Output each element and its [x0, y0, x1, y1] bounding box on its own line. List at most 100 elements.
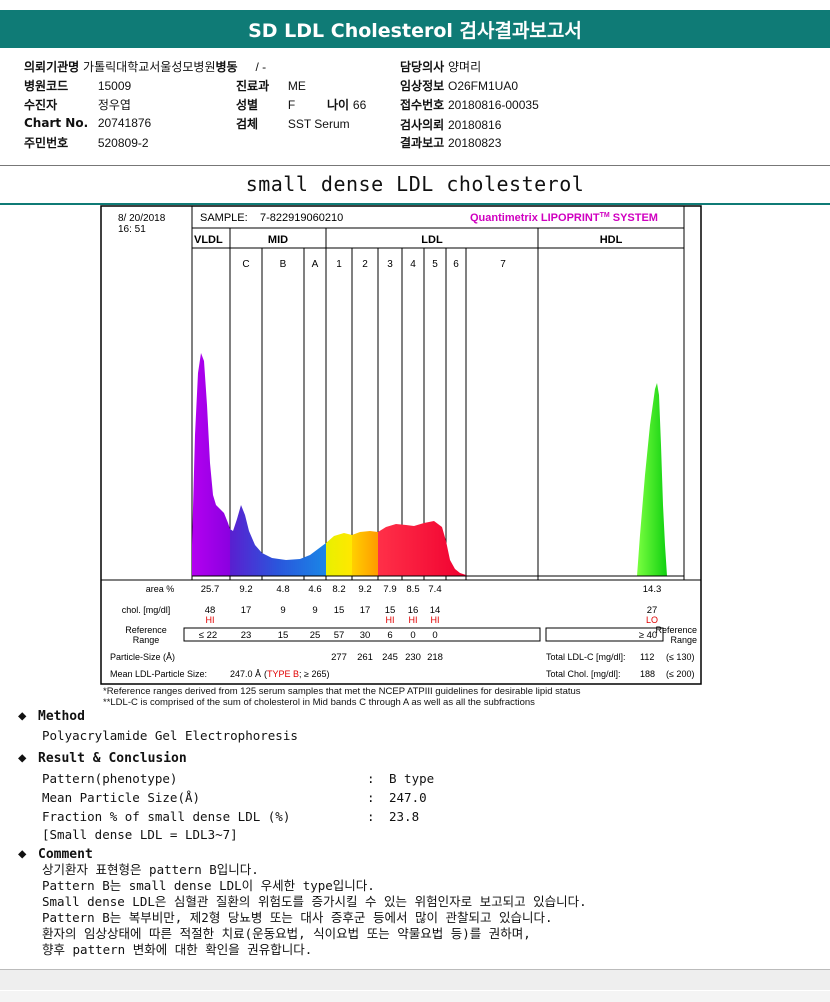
- age-value: 66: [352, 98, 367, 112]
- area-vldl: 25.7: [201, 584, 220, 595]
- method-title: Method: [38, 709, 85, 724]
- report-title: SD LDL Cholesterol 검사결과보고서: [248, 19, 582, 42]
- receipt-no-value: 20180816-00035: [448, 98, 539, 112]
- comment-line: Pattern B는 복부비만, 제2형 당뇨병 또는 대사 증후군 등에서 많…: [42, 910, 553, 925]
- flag-ldl3: HI: [386, 615, 395, 625]
- ward-label: 병동: [215, 60, 238, 74]
- requesting-institution-value: 가톨릭대학교서울성모병원: [83, 60, 216, 74]
- footer-bar: [0, 969, 830, 990]
- mean-size-row: Mean Particle Size(Å):247.0: [42, 790, 427, 805]
- area-c: 9.2: [239, 584, 252, 595]
- report-date-value: 20180823: [448, 136, 502, 150]
- flag-ldl4: HI: [409, 615, 418, 625]
- receipt-no: 접수번호 20180816-00035: [400, 96, 539, 113]
- row-label-ref2: Range: [133, 635, 160, 645]
- patient: 수진자 정우엽: [24, 96, 131, 113]
- size-ldl2: 261: [357, 652, 373, 663]
- comment-heading: ◆ Comment: [18, 846, 93, 862]
- chart-no: Chart No. 20741876: [24, 116, 151, 130]
- size-ldl5: 218: [427, 652, 443, 663]
- flag-hdl: LO: [646, 615, 658, 625]
- row-label-ref-right1: Reference: [655, 625, 697, 635]
- size-ldl3: 245: [382, 652, 398, 663]
- comment-line: 환자의 임상상태에 따른 적절한 치료(운동요법, 식이요법 또는 약물요법 등…: [42, 926, 531, 941]
- colon: :: [367, 771, 375, 786]
- total-chol-value: 188: [640, 669, 655, 679]
- lipoprint-report: 8/ 20/2018 16: 51 SAMPLE: 7-822919060210…: [100, 205, 702, 685]
- chol-ldl1: 15: [334, 605, 345, 616]
- band-label-b: B: [280, 259, 287, 270]
- area-hdl: 14.3: [643, 584, 662, 595]
- total-chol-ref: (≤ 200): [666, 669, 694, 679]
- row-label-chol: chol. [mg/dl]: [122, 605, 171, 615]
- band-label-3: 3: [387, 259, 393, 270]
- specimen-value: SST Serum: [287, 117, 350, 131]
- lipoprint-figure: 8/ 20/2018 16: 51 SAMPLE: 7-822919060210…: [100, 205, 702, 685]
- patient-info: 의뢰기관명 가톨릭대학교서울성모병원병동 / - 담당의사 양며리 병원코드 1…: [0, 52, 830, 164]
- requesting-institution-label: 의뢰기관명: [24, 60, 80, 74]
- row-label-area: area %: [146, 584, 175, 594]
- ref-ldl5: 0: [432, 630, 437, 641]
- comment-line: Small dense LDL은 심혈관 질환의 위험도를 증가시킬 수 있는 …: [42, 894, 587, 909]
- request-date: 검사의뢰 20180816: [400, 116, 501, 133]
- size-ldl4: 230: [405, 652, 421, 663]
- ref-ldl4: 0: [410, 630, 415, 641]
- ref-hdl: ≥ 40: [639, 630, 657, 641]
- result-heading: ◆ Result & Conclusion: [18, 750, 187, 766]
- divider: [0, 165, 830, 166]
- band-label-6: 6: [453, 259, 459, 270]
- brand-name: Quantimetrix LIPOPRINTTM SYSTEM: [470, 212, 658, 224]
- doctor-label: 담당의사: [400, 60, 445, 74]
- report-header: SD LDL Cholesterol 검사결과보고서: [0, 10, 830, 48]
- row-label-ref1: Reference: [125, 625, 167, 635]
- sample-label: SAMPLE:: [200, 212, 248, 224]
- specimen-label: 검체: [236, 117, 259, 131]
- method-text: Polyacrylamide Gel Electrophoresis: [42, 728, 298, 743]
- size-ldl1: 277: [331, 652, 347, 663]
- department-value: ME: [287, 79, 306, 93]
- specimen: 검체 SST Serum: [236, 115, 350, 132]
- total-ldl-label: Total LDL-C [mg/dl]:: [546, 652, 626, 662]
- fraction-label: Fraction % of small dense LDL (%): [42, 809, 291, 824]
- band-label-c: C: [242, 259, 249, 270]
- resident-id-label: 주민번호: [24, 136, 69, 150]
- flag-vldl: HI: [206, 615, 215, 625]
- footnotes: *Reference ranges derived from 125 serum…: [103, 686, 581, 708]
- sample-id: 7-822919060210: [260, 212, 343, 224]
- resident-id: 주민번호 520809-2: [24, 134, 149, 151]
- mean-type: TYPE B: [267, 669, 299, 679]
- zone-ldl: LDL: [421, 234, 443, 246]
- diamond-bullet-icon: ◆: [18, 750, 27, 766]
- ref-ldl2: 30: [360, 630, 371, 641]
- area-ldl1: 8.2: [332, 584, 345, 595]
- ref-b: 15: [278, 630, 289, 641]
- band-label-7: 7: [500, 259, 506, 270]
- area-a: 4.6: [308, 584, 321, 595]
- comment-line: 향후 pattern 변화에 대한 확인을 권유합니다.: [42, 942, 313, 957]
- resident-id-value: 520809-2: [97, 136, 149, 150]
- ref-ldl3: 6: [387, 630, 392, 641]
- chol-c: 17: [241, 605, 252, 616]
- request-date-label: 검사의뢰: [400, 118, 445, 132]
- chol-a: 9: [312, 605, 317, 616]
- peak-ldl2: [352, 531, 378, 576]
- colon: :: [367, 790, 375, 805]
- footnote-1: *Reference ranges derived from 125 serum…: [103, 686, 581, 697]
- row-label-mean-size: Mean LDL-Particle Size:: [110, 669, 207, 679]
- age-label: 나이: [327, 98, 350, 112]
- hospital-code-value: 15009: [97, 79, 132, 93]
- ward-value: / -: [255, 60, 267, 74]
- chart-no-label: Chart No.: [24, 116, 89, 130]
- report-time: 16: 51: [118, 224, 146, 235]
- mean-size-label: Mean Particle Size(Å): [42, 790, 201, 805]
- mean-size-value: 247.0 Å: [230, 669, 261, 679]
- zone-mid: MID: [268, 234, 288, 246]
- comment-title: Comment: [38, 847, 93, 862]
- chol-b: 9: [280, 605, 285, 616]
- request-date-value: 20180816: [448, 118, 502, 132]
- footnote-2: **LDL-C is comprised of the sum of chole…: [103, 697, 535, 708]
- sd-ldl-note: [Small dense LDL = LDL3~7]: [42, 827, 238, 842]
- pattern-value: B type: [389, 771, 435, 786]
- doctor: 담당의사 양며리: [400, 58, 481, 75]
- chart-no-value: 20741876: [97, 116, 152, 130]
